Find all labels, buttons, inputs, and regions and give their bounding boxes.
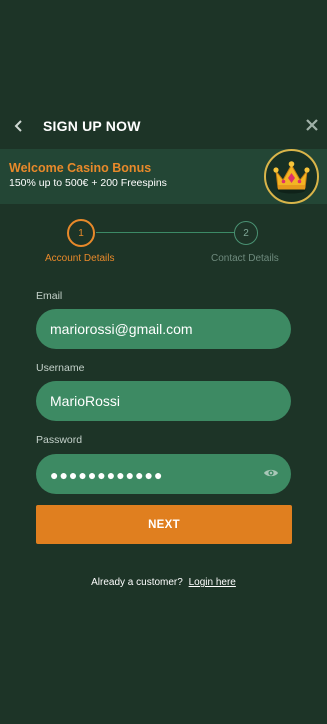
close-icon[interactable]	[304, 116, 320, 134]
login-link[interactable]: Login here	[189, 577, 236, 588]
chevron-left-icon[interactable]	[9, 115, 29, 137]
step-1-label: Account Details	[45, 253, 115, 264]
step-1-indicator: 1	[67, 219, 95, 247]
step-2-indicator: 2	[234, 221, 258, 245]
crown-icon	[264, 149, 319, 204]
login-prompt: Already a customer? Login here	[0, 577, 327, 588]
eye-icon[interactable]	[263, 465, 279, 481]
step-2-label: Contact Details	[211, 253, 279, 264]
username-field[interactable]	[36, 381, 291, 421]
bonus-subtitle: 150% up to 500€ + 200 Freespins	[9, 177, 167, 189]
signup-page: SIGN UP NOW Welcome Casino Bonus 150% up…	[0, 0, 327, 724]
next-button[interactable]: NEXT	[36, 505, 292, 544]
username-label: Username	[36, 362, 85, 374]
welcome-bonus-banner: Welcome Casino Bonus 150% up to 500€ + 2…	[0, 149, 327, 204]
login-prompt-text: Already a customer?	[91, 577, 183, 588]
bonus-title: Welcome Casino Bonus	[9, 161, 152, 175]
password-label: Password	[36, 434, 83, 446]
page-title: SIGN UP NOW	[43, 118, 141, 134]
email-label: Email	[36, 290, 63, 302]
password-field[interactable]	[36, 454, 291, 494]
email-field[interactable]	[36, 309, 291, 349]
signup-stepper: 1 2 Account Details Contact Details	[0, 218, 327, 268]
header: SIGN UP NOW	[0, 108, 327, 144]
stepper-connector	[96, 232, 234, 233]
